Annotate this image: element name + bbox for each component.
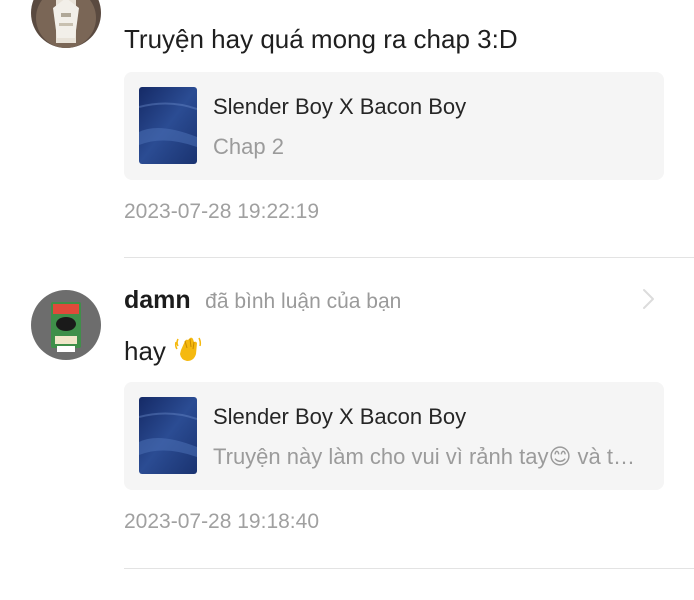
notification-header: damn đã bình luận của bạn [124, 286, 401, 315]
chevron-right-icon[interactable] [636, 287, 660, 311]
action-text: đã bình luận của bạn [205, 290, 402, 313]
story-cover-image [139, 397, 197, 474]
comment-text-content: Truyện hay quá mong ra chap 3:D [124, 24, 518, 54]
timestamp: 2023-07-28 19:22:19 [124, 200, 319, 223]
comment-text: Truyện hay quá mong ra chap 3:D [124, 24, 518, 55]
anime-character-avatar-icon [31, 0, 101, 48]
chapter-label: Chap 2 [213, 134, 284, 159]
story-title: Slender Boy X Bacon Boy [213, 94, 467, 119]
story-card[interactable]: Slender Boy X Bacon Boy Chap 2 [124, 72, 664, 180]
story-description: Truyện này làm cho vui vì rảnh tay😊 và t… [213, 444, 645, 469]
divider [124, 568, 694, 569]
story-title: Slender Boy X Bacon Boy [213, 404, 467, 429]
timestamp: 2023-07-28 19:18:40 [124, 510, 319, 533]
avatar[interactable] [31, 290, 101, 360]
avatar[interactable] [31, 0, 101, 48]
username[interactable]: damn [124, 286, 191, 314]
notification-header [124, 0, 134, 11]
product-box-avatar-icon [31, 290, 101, 360]
story-cover-image [139, 87, 197, 164]
comment-text: hay [124, 334, 203, 367]
story-card[interactable]: Slender Boy X Bacon Boy Truyện này làm c… [124, 382, 664, 490]
divider [124, 257, 694, 258]
comment-text-content: hay [124, 336, 166, 366]
waving-hand-icon [175, 337, 202, 361]
